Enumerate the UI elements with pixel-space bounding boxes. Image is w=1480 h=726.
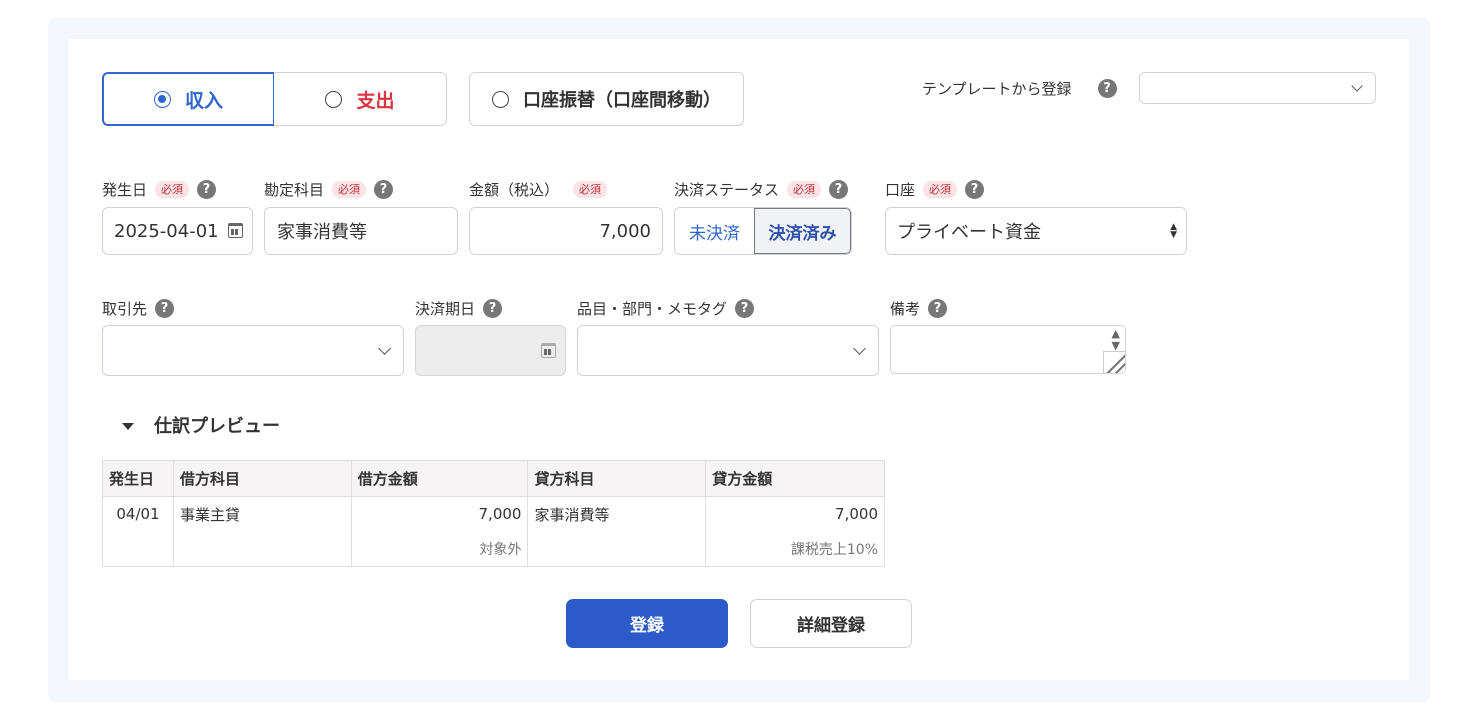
date-label: 発生日 [102,181,148,199]
tags-label: 品目・部門・メモタグ [577,300,728,318]
spinner-arrows-icon[interactable]: ▲ ▼ [1112,328,1120,352]
header-date: 発生日 [102,460,174,497]
tags-select[interactable] [577,325,879,376]
row-credit-tax: 課税売上10% [705,531,885,567]
date-value: 2025-04-01 [114,220,219,242]
memo-label-group: 備考 ? [890,298,948,319]
journal-preview-title: 仕訳プレビュー [154,416,280,437]
resize-handle-icon[interactable] [1103,351,1125,373]
required-badge: 必須 [573,181,608,198]
memo-help-icon[interactable]: ? [928,299,948,318]
memo-label: 備考 [890,300,921,318]
account-select[interactable]: プライベート資金 ▲ ▼ [885,207,1187,255]
detail-register-button[interactable]: 詳細登録 [750,599,912,648]
row-credit-amount: 7,000 [705,496,885,532]
account-value: プライベート資金 [897,222,1041,243]
template-help-icon[interactable]: ? [1097,79,1117,98]
expense-toggle[interactable]: 支出 [274,72,447,126]
memo-textarea[interactable]: ▲ ▼ [890,325,1126,374]
unsettled-option[interactable]: 未決済 [675,208,754,254]
calendar-icon[interactable] [228,223,243,238]
settlement-label: 決済ステータス [674,181,780,199]
amount-input[interactable]: 7,000 [469,207,663,255]
amount-label: 金額（税込） [469,181,560,199]
register-button[interactable]: 登録 [566,599,728,648]
row-debit-account: 事業主貸 [172,496,352,532]
table-row: 04/01 事業主貸 7,000 家事消費等 7,000 [102,496,885,532]
income-toggle[interactable]: 収入 [102,72,275,126]
transfer-label: 口座振替（口座間移動） [523,90,721,111]
table-row-tax: 対象外 課税売上10% [102,531,885,567]
row-debit-tax: 対象外 [350,531,529,567]
unsettled-label: 未決済 [689,223,740,244]
partner-label-group: 取引先 ? [102,298,175,319]
income-radio-icon [153,90,171,108]
required-badge: 必須 [923,181,958,198]
transfer-radio-icon [492,90,509,108]
partner-label: 取引先 [102,300,148,318]
row-date: 04/01 [102,496,174,532]
chevron-down-icon [853,341,866,355]
date-input[interactable]: 2025-04-01 [102,207,253,255]
account-label: 口座 [885,181,916,199]
account-title-help-icon[interactable]: ? [374,180,394,199]
settled-label: 決済済み [768,223,837,244]
settled-option[interactable]: 決済済み [754,208,851,254]
header-debit-amount: 借方金額 [350,460,529,497]
tags-help-icon[interactable]: ? [735,299,755,318]
header-credit-account: 貸方科目 [527,460,707,497]
settlement-label-group: 決済ステータス 必須 ? [674,179,849,200]
partner-help-icon[interactable]: ? [155,299,175,318]
account-title-input[interactable]: 家事消費等 [264,207,458,255]
date-label-group: 発生日 必須 ? [102,179,217,200]
settlement-toggle-group: 未決済 決済済み [674,207,852,255]
sort-arrows-icon: ▲ ▼ [1170,222,1177,240]
due-date-input[interactable] [415,325,566,376]
header-debit-account: 借方科目 [172,460,352,497]
amount-value: 7,000 [599,220,651,242]
template-select[interactable] [1139,72,1376,104]
header-credit-amount: 貸方金額 [705,460,885,497]
amount-label-group: 金額（税込） 必須 [469,179,608,200]
expense-label: 支出 [356,89,395,112]
required-badge: 必須 [155,181,190,198]
account-help-icon[interactable]: ? [965,180,985,199]
settlement-help-icon[interactable]: ? [829,180,849,199]
expense-radio-icon [325,90,343,108]
account-title-label: 勘定科目 [264,181,325,199]
account-title-value: 家事消費等 [277,222,367,243]
caret-down-icon [122,422,134,430]
template-label: テンプレートから登録 [922,80,1072,98]
due-date-label-group: 決済期日 ? [415,298,503,319]
row-debit-amount: 7,000 [350,496,529,532]
account-label-group: 口座 必須 ? [885,179,985,200]
journal-preview-toggle[interactable]: 仕訳プレビュー [122,412,280,438]
tags-label-group: 品目・部門・メモタグ ? [577,298,755,319]
chevron-down-icon [1351,80,1363,92]
partner-select[interactable] [102,325,404,376]
calendar-icon[interactable] [541,342,556,358]
date-help-icon[interactable]: ? [197,180,217,199]
account-title-label-group: 勘定科目 必須 ? [264,179,394,200]
due-date-label: 決済期日 [415,300,476,318]
income-label: 収入 [184,89,223,112]
table-header-row: 発生日 借方科目 借方金額 貸方科目 貸方金額 [102,460,885,497]
required-badge: 必須 [332,181,367,198]
row-credit-account: 家事消費等 [527,496,707,532]
chevron-down-icon [378,341,391,355]
template-label-group: テンプレートから登録 ? [922,78,1117,99]
required-badge: 必須 [787,181,822,198]
transfer-toggle[interactable]: 口座振替（口座間移動） [469,72,744,126]
journal-preview-table: 発生日 借方科目 借方金額 貸方科目 貸方金額 04/01 事業主貸 7,000… [102,460,885,567]
due-date-help-icon[interactable]: ? [483,299,503,318]
